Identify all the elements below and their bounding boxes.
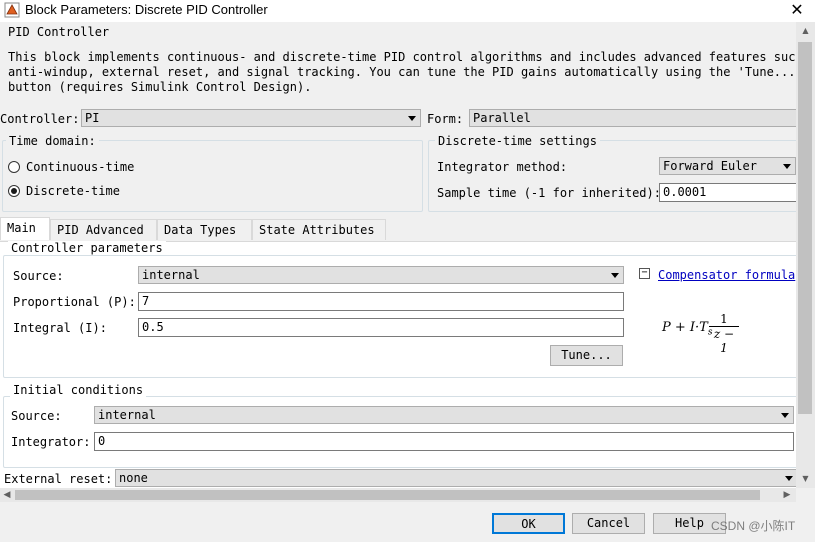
controller-dropdown[interactable]: PI [81,109,421,127]
integrator-method-value: Forward Euler [663,159,757,173]
integrator-ic-field[interactable]: 0 [94,432,794,451]
radio-discrete-time[interactable] [8,185,20,197]
block-description: This block implements continuous- and di… [8,50,796,95]
watermark: CSDN @小陈IT [711,519,796,533]
form-dropdown[interactable]: Parallel [469,109,796,127]
initial-conditions-label: Initial conditions [10,383,147,397]
integrator-ic-label: Integrator: [11,435,91,449]
integrator-method-dropdown[interactable]: Forward Euler [659,157,796,175]
formula-lhs: P + I·T [662,320,708,335]
formula-numerator: 1 [720,312,728,326]
ic-source-label: Source: [11,409,62,423]
time-domain-label: Time domain: [6,134,99,148]
chevron-down-icon [785,476,793,481]
sample-time-field[interactable]: 0.0001 [659,183,796,202]
tab-pid-advanced[interactable]: PID Advanced [50,219,157,240]
chevron-down-icon [783,164,791,169]
integral-field[interactable]: 0.5 [138,318,624,337]
time-domain-group [2,140,423,212]
integral-label: Integral (I): [13,321,107,335]
tune-button[interactable]: Tune... [550,345,623,366]
formula-fraction: 1 z − 1 [709,312,739,355]
params-source-label: Source: [13,269,64,283]
params-source-value: internal [142,268,200,282]
compensator-formula: P + I·Ts [662,320,712,338]
tab-bar: Main PID Advanced Data Types State Attri… [0,217,796,242]
ic-source-dropdown[interactable]: internal [94,406,794,424]
compensator-formula-link[interactable]: Compensator formula [658,268,795,282]
chevron-down-icon [408,116,416,121]
scroll-left-icon[interactable]: ◀ [0,488,14,502]
title-bar: Block Parameters: Discrete PID Controlle… [0,0,815,22]
form-value: Parallel [473,111,531,125]
ic-source-value: internal [98,408,156,422]
scroll-down-icon[interactable]: ▼ [796,472,815,486]
scroll-thumb[interactable] [15,490,760,500]
scroll-right-icon[interactable]: ▶ [780,488,794,502]
chevron-down-icon [611,273,619,278]
description-line: anti-windup, external reset, and signal … [8,65,796,79]
tab-main[interactable]: Main [0,217,50,240]
external-reset-label: External reset: [4,472,113,486]
controller-params-label: Controller parameters [8,241,166,255]
tab-data-types[interactable]: Data Types [157,219,252,240]
proportional-field[interactable]: 7 [138,292,624,311]
block-name: PID Controller [8,25,110,39]
controller-value: PI [85,111,100,125]
scroll-up-icon[interactable]: ▲ [796,24,815,38]
ok-button[interactable]: OK [492,513,565,534]
horizontal-scrollbar[interactable]: ◀ ▶ [0,488,796,502]
simulink-block-icon [4,2,20,18]
formula-denominator: z − 1 [709,326,739,355]
collapse-icon[interactable]: − [639,268,650,279]
params-source-dropdown[interactable]: internal [138,266,624,284]
close-icon[interactable]: ✕ [780,0,814,22]
description-line: button (requires Simulink Control Design… [8,80,312,94]
window-title: Block Parameters: Discrete PID Controlle… [25,2,268,17]
description-line: This block implements continuous- and di… [8,50,796,64]
external-reset-dropdown[interactable]: none [115,469,796,487]
external-reset-value: none [119,471,148,485]
radio-continuous-label: Continuous-time [26,160,135,174]
tab-state-attributes[interactable]: State Attributes [252,219,386,240]
radio-continuous-time[interactable] [8,161,20,173]
form-label: Form: [427,112,464,126]
button-bar: OK Cancel Help CSDN @小陈IT [0,502,815,542]
proportional-label: Proportional (P): [13,295,136,309]
dialog-content: PID Controller This block implements con… [0,22,796,488]
controller-label: Controller: [0,112,80,126]
radio-discrete-label: Discrete-time [26,184,120,198]
chevron-down-icon [781,413,789,418]
scroll-thumb[interactable] [798,42,812,414]
vertical-scrollbar[interactable]: ▲ ▼ [796,22,815,488]
cancel-button[interactable]: Cancel [572,513,645,534]
integrator-method-label: Integrator method: [437,160,568,174]
discrete-settings-label: Discrete-time settings [435,134,600,148]
sample-time-label: Sample time (-1 for inherited): [437,186,661,200]
